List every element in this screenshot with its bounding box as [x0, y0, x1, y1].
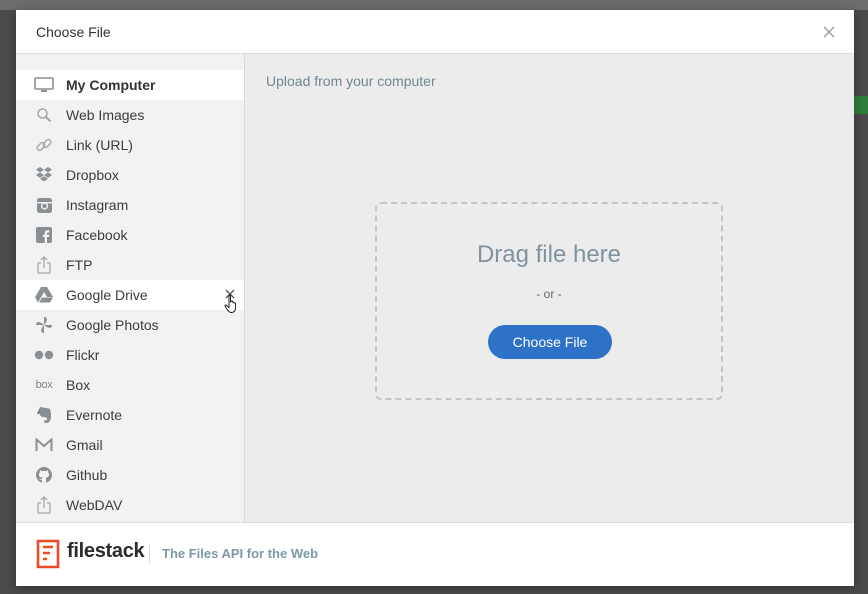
evernote-icon	[34, 405, 54, 425]
sidebar-item-label: Web Images	[66, 107, 145, 123]
sidebar-item-google-drive[interactable]: Google Drive	[16, 280, 244, 310]
sidebar-item-label: My Computer	[66, 77, 156, 93]
sidebar-item-label: WebDAV	[66, 497, 123, 513]
sidebar-item-label: FTP	[66, 257, 93, 273]
footer-divider	[149, 545, 150, 563]
sidebar-item-label: Box	[66, 377, 91, 393]
sidebar-item-label: Gmail	[66, 437, 103, 453]
sidebar-item-label: Flickr	[66, 347, 100, 363]
choose-file-modal: Choose File My Computer Web Images Link …	[16, 10, 854, 586]
google-drive-icon	[34, 285, 54, 305]
sidebar-item-evernote[interactable]: Evernote	[16, 400, 244, 430]
flickr-icon	[34, 345, 54, 365]
brand-tagline: The Files API for the Web	[162, 546, 319, 561]
gmail-icon	[34, 435, 54, 455]
sidebar-item-label: Dropbox	[66, 167, 119, 183]
file-dropzone[interactable]: Drag file here - or - Choose File	[375, 202, 723, 400]
choose-file-button[interactable]: Choose File	[488, 325, 612, 359]
sidebar-item-flickr[interactable]: Flickr	[16, 340, 244, 370]
sidebar-item-label: Instagram	[66, 197, 129, 213]
upload-icon	[34, 495, 54, 515]
upload-panel: Upload from your computer Drag file here…	[245, 54, 854, 522]
link-icon	[34, 135, 54, 155]
upload-icon	[34, 255, 54, 275]
drag-file-text: Drag file here	[476, 241, 622, 268]
pointer-cursor-icon	[224, 294, 236, 313]
instagram-icon	[34, 195, 54, 215]
sidebar-item-label: Link (URL)	[66, 137, 133, 153]
modal-title: Choose File	[36, 24, 111, 40]
sidebar-item-facebook[interactable]: Facebook	[16, 220, 244, 250]
sidebar-item-label: Evernote	[66, 407, 123, 423]
dropbox-icon	[34, 165, 54, 185]
github-icon	[34, 465, 54, 485]
source-sidebar: My Computer Web Images Link (URL) Dropbo…	[16, 54, 245, 522]
sidebar-item-web-images[interactable]: Web Images	[16, 100, 244, 130]
monitor-icon	[34, 75, 54, 95]
sidebar-item-label: Facebook	[66, 227, 128, 243]
sidebar-item-ftp[interactable]: FTP	[16, 250, 244, 280]
google-photos-icon	[34, 315, 54, 335]
sidebar-item-label: Google Drive	[66, 287, 148, 303]
sidebar-item-my-computer[interactable]: My Computer	[16, 70, 244, 100]
sidebar-item-google-photos[interactable]: Google Photos	[16, 310, 244, 340]
box-icon: box	[35, 379, 53, 391]
backdrop-strip	[0, 0, 868, 10]
panel-heading: Upload from your computer	[266, 73, 436, 89]
sidebar-item-gmail[interactable]: Gmail	[16, 430, 244, 460]
modal-footer: filestack The Files API for the Web	[16, 522, 854, 586]
sidebar-item-label: Github	[66, 467, 108, 483]
sidebar-item-link-url[interactable]: Link (URL)	[16, 130, 244, 160]
filestack-logo-icon	[36, 539, 60, 569]
sidebar-item-label: Google Photos	[66, 317, 159, 333]
backdrop-accent	[854, 96, 868, 114]
modal-header: Choose File	[16, 10, 854, 54]
magnifier-icon	[34, 105, 54, 125]
sidebar-item-instagram[interactable]: Instagram	[16, 190, 244, 220]
brand-name: filestack	[67, 540, 145, 562]
or-separator: - or -	[536, 287, 562, 301]
sidebar-item-github[interactable]: Github	[16, 460, 244, 490]
sidebar-item-webdav[interactable]: WebDAV	[16, 490, 244, 520]
sidebar-item-dropbox[interactable]: Dropbox	[16, 160, 244, 190]
sidebar-item-box[interactable]: box Box	[16, 370, 244, 400]
facebook-icon	[34, 225, 54, 245]
close-icon[interactable]	[820, 23, 838, 41]
